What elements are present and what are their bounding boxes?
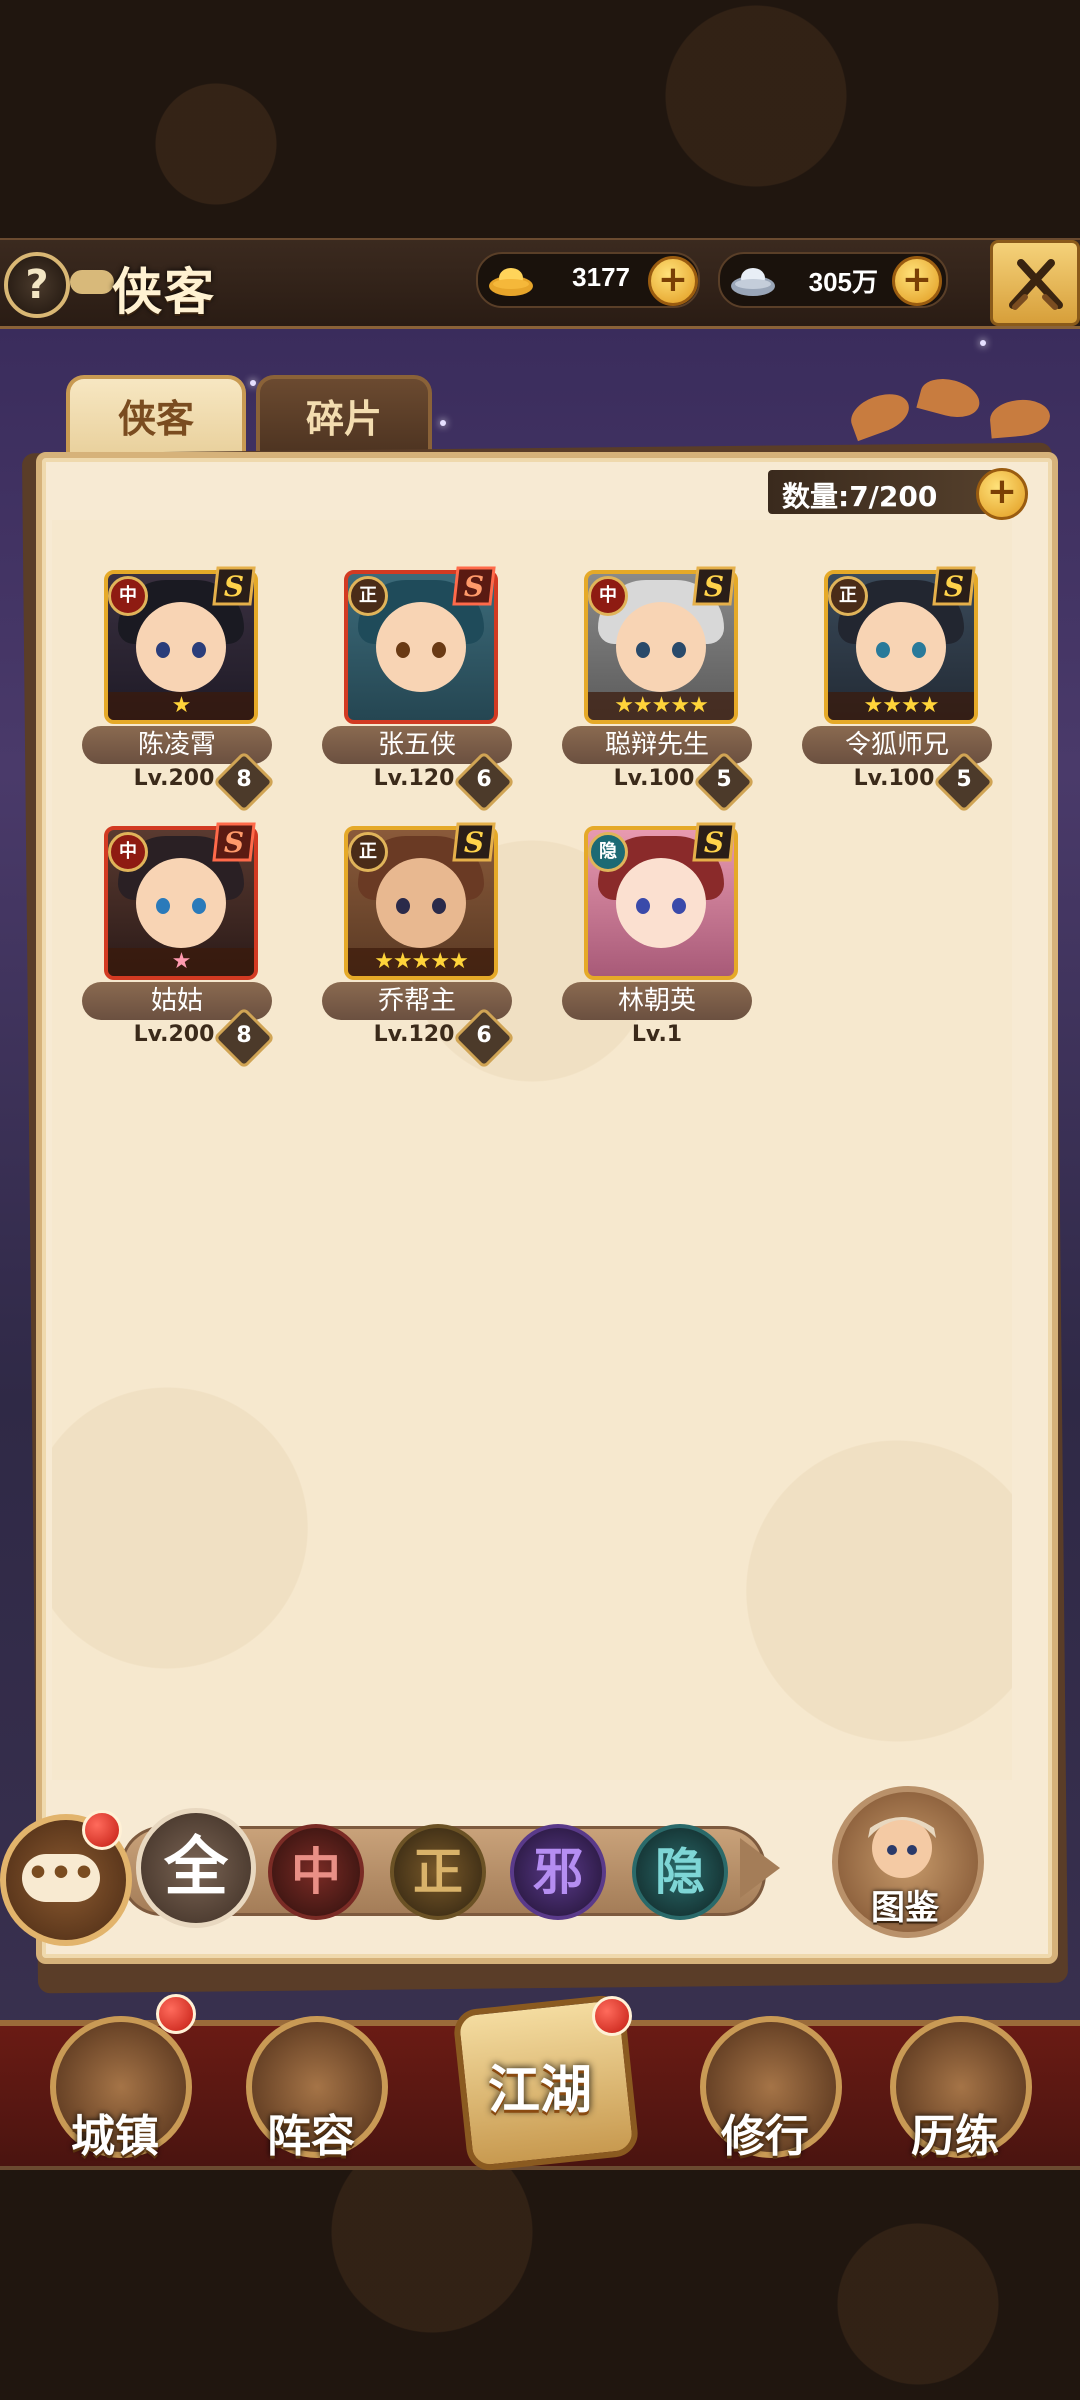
help-button[interactable]: ? <box>4 252 70 318</box>
close-button[interactable] <box>990 240 1080 326</box>
faction-badge: 中 <box>108 576 148 616</box>
cloud-ornament-icon <box>70 270 114 294</box>
hero-level: Lv.1 <box>631 1022 683 1047</box>
faction-badge: 正 <box>348 832 388 872</box>
star-sparkle <box>250 380 256 386</box>
svg-text:S: S <box>704 570 724 603</box>
hero-card-gugu[interactable]: ★ 中 S 姑姑 Lv.200 8 <box>82 822 276 1070</box>
hero-stars: ★★★★ <box>828 692 974 720</box>
svg-text:S: S <box>704 826 724 859</box>
filter-all-button[interactable]: 全 <box>136 1808 256 1928</box>
help-icon: ? <box>25 262 49 308</box>
add-silver-button[interactable]: + <box>892 256 942 306</box>
plus-icon: + <box>901 259 933 300</box>
faction-badge: 正 <box>348 576 388 616</box>
filter-zhong-button[interactable]: 中 <box>268 1824 364 1920</box>
hero-card-zhang-wuxia[interactable]: 正 S 张五侠 Lv.120 6 <box>322 566 516 814</box>
hero-card-qiao-bangzhu[interactable]: ★★★★★ 正 S 乔帮主 Lv.120 6 <box>322 822 516 1070</box>
nav-lineup[interactable]: 阵容 <box>236 2016 388 2166</box>
gold-amount: 3177 <box>572 262 630 292</box>
rank-s-icon: S <box>212 566 256 606</box>
svg-text:S: S <box>944 570 964 603</box>
awaken-count: 6 <box>476 1023 492 1048</box>
hero-stars: ★★★★★ <box>588 692 734 720</box>
nav-town-label: 城镇 <box>71 2111 159 2162</box>
rank-s-icon: S <box>692 822 736 862</box>
hero-stars: ★ <box>108 948 254 976</box>
nav-lineup-label: 阵容 <box>267 2111 355 2162</box>
hero-card-lin-chaoying[interactable]: 隐 S 林朝英 Lv.1 <box>562 822 752 1047</box>
page-title: 侠客 <box>112 262 216 321</box>
faction-badge: 隐 <box>588 832 628 872</box>
svg-text:S: S <box>224 826 244 859</box>
silver-amount: 305万 <box>808 267 878 297</box>
hero-card-linghu-shixiong[interactable]: ★★★★ 正 S 令狐师兄 Lv.100 5 <box>802 566 996 814</box>
rank-s-icon: S <box>212 822 256 862</box>
faction-badge: 中 <box>108 832 148 872</box>
awaken-count: 8 <box>236 1023 252 1048</box>
tab-fragments[interactable]: 碎片 <box>256 375 432 459</box>
svg-text:S: S <box>464 570 484 603</box>
awaken-count: 5 <box>716 767 732 792</box>
hero-card-congbian-xiansheng[interactable]: ★★★★★ 中 S 聪辩先生 Lv.100 5 <box>562 566 756 814</box>
hero-card-chen-lingxiao[interactable]: ★ 中 S 陈凌霄 Lv.200 8 <box>82 566 276 814</box>
chat-bubble-icon: ••• <box>22 1854 100 1902</box>
nav-town[interactable]: 城镇 <box>40 2016 192 2166</box>
filter-zheng-button[interactable]: 正 <box>390 1824 486 1920</box>
codex-label: 图鉴 <box>871 1888 939 1928</box>
awaken-count: 5 <box>956 767 972 792</box>
svg-text:S: S <box>464 826 484 859</box>
awaken-count: 8 <box>236 767 252 792</box>
roster-count-label: 数量:7/200 <box>782 480 938 513</box>
svg-text:S: S <box>224 570 244 603</box>
nav-cultivation-label: 修行 <box>721 2111 809 2162</box>
expand-roster-button[interactable]: + <box>976 468 1028 520</box>
tab-heroes[interactable]: 侠客 <box>66 375 246 459</box>
gold-ingot-icon <box>489 268 533 296</box>
hero-stars: ★ <box>108 692 254 720</box>
hero-stars: ★★★★★ <box>348 948 494 976</box>
add-gold-button[interactable]: + <box>648 256 698 306</box>
nav-cultivation[interactable]: 修行 <box>690 2016 842 2166</box>
star-sparkle <box>980 340 986 346</box>
nav-training[interactable]: 历练 <box>880 2016 1032 2166</box>
rank-s-icon: S <box>452 566 496 606</box>
nav-jianghu-label: 江湖 <box>487 2060 592 2121</box>
plus-icon: + <box>986 471 1018 512</box>
jianghu-notification-dot <box>592 1996 632 2036</box>
star-sparkle <box>440 420 446 426</box>
town-notification-dot <box>156 1994 196 2034</box>
rank-s-icon: S <box>452 822 496 862</box>
filter-yin-button[interactable]: 隐 <box>632 1824 728 1920</box>
nav-training-label: 历练 <box>911 2111 999 2162</box>
hero-name: 林朝英 <box>562 982 752 1020</box>
faction-badge: 正 <box>828 576 868 616</box>
filter-xie-button[interactable]: 邪 <box>510 1824 606 1920</box>
awaken-count: 6 <box>476 767 492 792</box>
rank-s-icon: S <box>692 566 736 606</box>
plus-icon: + <box>657 259 689 300</box>
rank-s-icon: S <box>932 566 976 606</box>
faction-badge: 中 <box>588 576 628 616</box>
silver-ingot-icon <box>731 268 775 296</box>
chat-notification-dot <box>82 1810 122 1850</box>
crossed-swords-icon <box>1009 259 1063 310</box>
